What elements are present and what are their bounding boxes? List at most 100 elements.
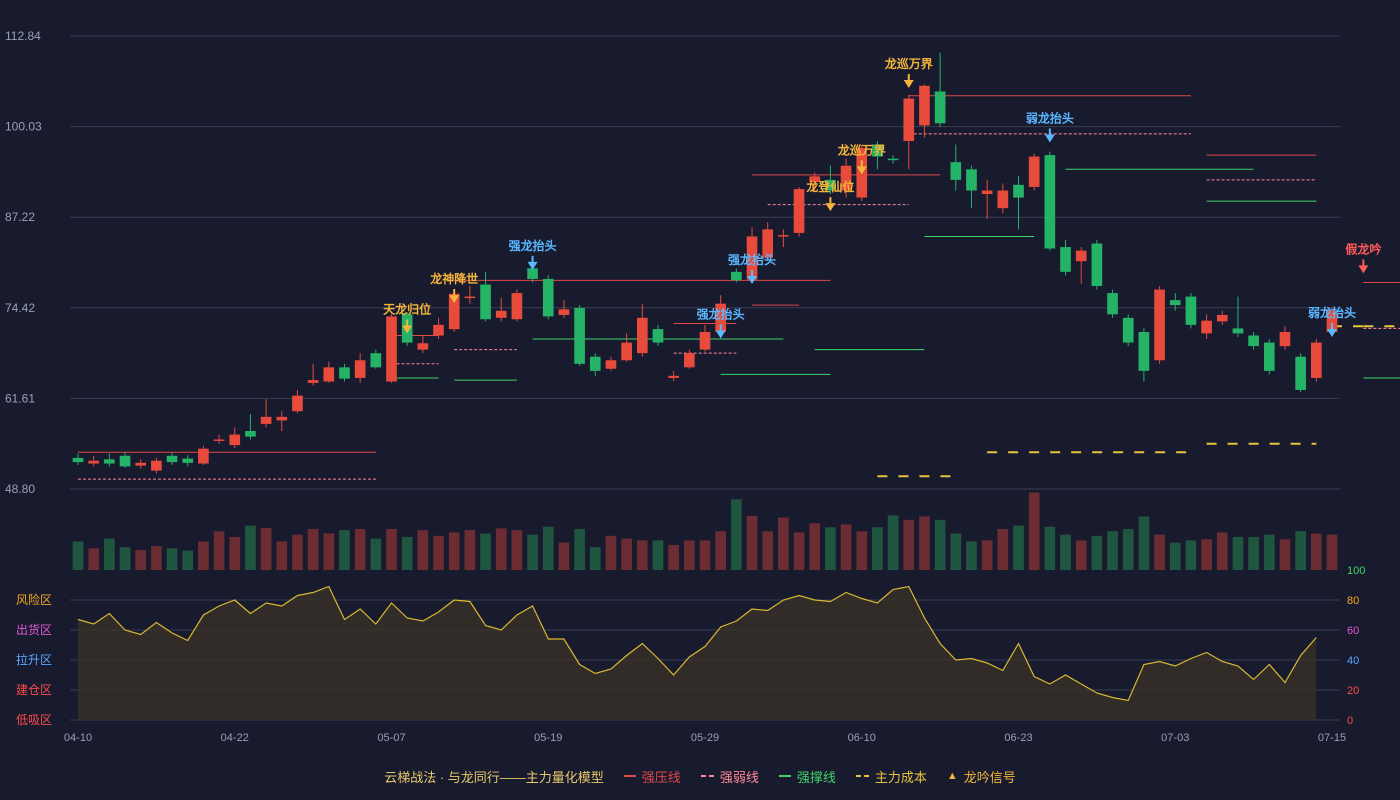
candle-body (276, 416, 288, 421)
signal-label: 天龙归位 (383, 302, 431, 317)
candle-body (589, 356, 601, 371)
volume-bar (1138, 516, 1150, 570)
signal-label: 强龙抬头 (697, 306, 745, 321)
volume-bar (1169, 542, 1181, 570)
volume-bar (511, 530, 523, 570)
signal-arrow-icon (715, 330, 726, 339)
volume-bar (1216, 532, 1228, 570)
volume-bar (699, 540, 711, 570)
legend-main-cost[interactable]: 主力成本 (855, 767, 927, 786)
candle-body (135, 462, 147, 466)
price-tick-label: 112.84 (5, 29, 41, 43)
volume-bar (245, 525, 256, 570)
legend-support[interactable]: 强撑线 (778, 767, 836, 786)
legend-strong-resistance[interactable]: 强压线 (623, 767, 681, 786)
candle-body (950, 162, 962, 180)
volume-bar (1232, 536, 1244, 570)
candle-body (511, 293, 523, 320)
volume-bar (825, 527, 836, 570)
candle-body (104, 459, 115, 464)
volume-bar (809, 523, 821, 570)
x-tick-label: 05-07 (377, 732, 405, 744)
candle-body (621, 342, 632, 361)
candle-body (480, 284, 491, 320)
volume-bar (448, 532, 460, 570)
volume-bar (793, 532, 805, 570)
volume-bar (1091, 535, 1103, 570)
candle-body (260, 416, 272, 424)
legend-label: 龙吟信号 (963, 769, 1016, 785)
volume-bar (386, 528, 397, 570)
volume-bar (605, 535, 617, 570)
level-lines-layer (78, 95, 1400, 480)
volume-bar (151, 546, 162, 570)
candle-body (1295, 356, 1306, 390)
zone-label: 拉升区 (16, 652, 52, 667)
x-tick-label: 06-23 (1004, 732, 1032, 744)
volume-bar (746, 515, 758, 570)
osc-tick-label: 0 (1347, 715, 1353, 727)
signal-label: 龙巡万界 (838, 142, 886, 157)
signal-label: 龙登仙位 (806, 179, 854, 194)
volume-bar (652, 540, 664, 570)
volume-bar (198, 541, 209, 570)
volume-bar (1310, 533, 1322, 570)
volume-bar (872, 527, 883, 570)
volume-bar (495, 528, 507, 570)
volume-bar (1044, 526, 1056, 570)
zone-label: 低吸区 (16, 713, 52, 727)
candle-body (919, 85, 930, 126)
signal-arrow-icon (825, 203, 836, 212)
candle-body (213, 439, 225, 441)
x-tick-label: 07-03 (1161, 732, 1189, 744)
volume-bar (1075, 540, 1087, 570)
candle-body (699, 331, 711, 350)
candle-body (997, 190, 1009, 209)
candle-body (323, 367, 335, 382)
volume-bar (527, 534, 538, 570)
candle-body (1107, 293, 1118, 315)
candle-body (433, 324, 444, 336)
volume-bar (260, 527, 272, 570)
x-tick-label: 04-10 (64, 732, 92, 744)
candle-body (542, 278, 554, 317)
volume-layer (72, 492, 1338, 570)
volume-bar (1248, 536, 1259, 570)
candle-body (1044, 155, 1056, 249)
zone-label: 建仓区 (16, 683, 52, 697)
legend-label: 强撑线 (796, 769, 836, 785)
volume-bar (981, 540, 993, 570)
candle-body (1075, 250, 1087, 262)
candlestick-chart[interactable]: 天龙归位龙神降世强龙抬头强龙抬头强龙抬头龙登仙位龙巡万界龙巡万界弱龙抬头假龙吟弱… (0, 0, 1400, 800)
volume-bar (1154, 534, 1165, 570)
signal-label: 弱龙抬头 (1026, 111, 1074, 126)
volume-bar (72, 541, 84, 570)
volume-bar (135, 550, 147, 570)
volume-bar (88, 548, 100, 570)
legend-signal[interactable]: ▲ 龙吟信号 (947, 767, 1016, 786)
candle-body (966, 169, 977, 191)
volume-bar (856, 531, 868, 570)
volume-bar (480, 533, 491, 570)
volume-bar (966, 541, 977, 570)
x-tick-label: 05-29 (691, 732, 719, 744)
oscillator-layer (77, 585, 1317, 720)
candle-body (903, 98, 915, 141)
volume-bar (840, 524, 852, 570)
volume-bar (1326, 534, 1338, 570)
candle-body (1169, 300, 1181, 306)
volume-bar (104, 538, 115, 570)
candle-body (981, 190, 993, 195)
legend-weak-resistance[interactable]: 强弱线 (700, 767, 759, 786)
volume-bar (636, 540, 648, 570)
volume-bar (166, 548, 178, 570)
volume-bar (417, 530, 429, 570)
candle-body (1185, 296, 1197, 325)
volume-bar (354, 528, 366, 570)
osc-tick-label: 60 (1347, 625, 1359, 637)
osc-tick-label: 80 (1347, 595, 1359, 607)
volume-bar (668, 544, 679, 570)
volume-bar (558, 542, 570, 570)
volume-bar (401, 536, 413, 570)
candle-body (1028, 156, 1040, 187)
